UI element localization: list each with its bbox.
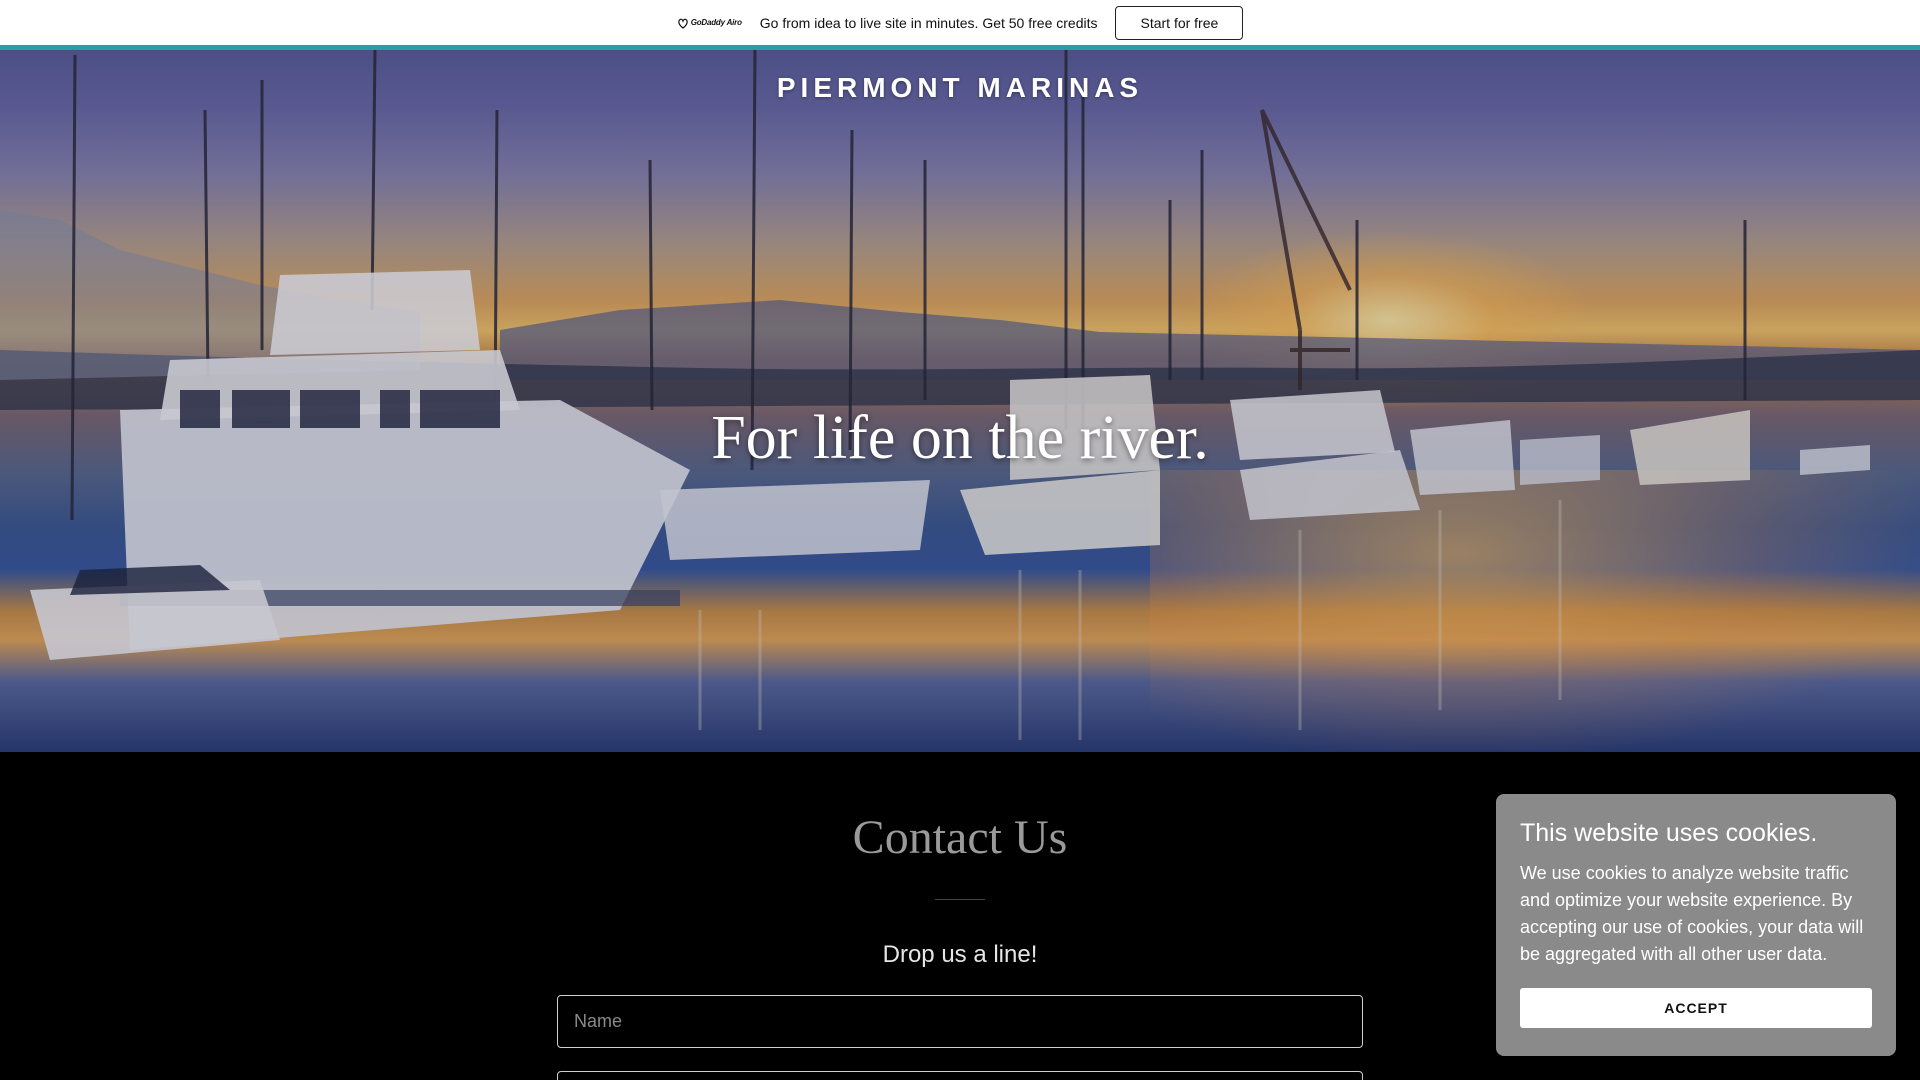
cookie-banner: This website uses cookies. We use cookie… [1496, 794, 1896, 1056]
promo-bar: GoDaddy Airo Go from idea to live site i… [0, 0, 1920, 45]
accept-cookies-button[interactable]: ACCEPT [1520, 988, 1872, 1028]
start-for-free-button[interactable]: Start for free [1115, 5, 1244, 40]
hero-tagline: For life on the river. [711, 404, 1209, 472]
hero-overlay [0, 50, 1920, 752]
email-field[interactable] [557, 1071, 1363, 1080]
name-field[interactable] [557, 995, 1363, 1048]
godaddy-logo-icon [677, 18, 688, 29]
heading-divider [935, 899, 985, 900]
cookie-title: This website uses cookies. [1520, 819, 1818, 847]
godaddy-airo-logo: GoDaddy Airo [677, 17, 742, 29]
site-title[interactable]: PIERMONT MARINAS [0, 72, 1920, 104]
hero-banner [0, 50, 1920, 752]
cookie-body: We use cookies to analyze website traffi… [1520, 863, 1864, 964]
promo-message: Go from idea to live site in minutes. Ge… [759, 14, 1098, 31]
godaddy-logo-text: GoDaddy Airo [690, 18, 742, 27]
